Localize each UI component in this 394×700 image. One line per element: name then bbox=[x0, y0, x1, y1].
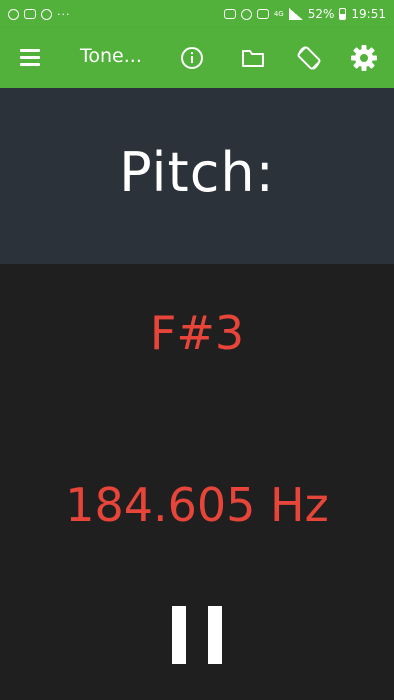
pitch-label: Pitch: bbox=[119, 140, 275, 204]
status-right-icons: 4G 52% 19:51 bbox=[223, 7, 386, 21]
folder-icon[interactable] bbox=[238, 43, 268, 73]
signal-icon bbox=[288, 8, 303, 20]
pitch-header: Pitch: bbox=[0, 88, 394, 264]
nfc-icon bbox=[223, 9, 236, 19]
app-bar: Tone... bbox=[0, 28, 394, 88]
screen-rotation-icon[interactable] bbox=[294, 43, 324, 73]
pause-icon-bar-right bbox=[208, 606, 222, 664]
pause-button[interactable] bbox=[172, 606, 222, 664]
pause-icon-bar-left bbox=[172, 606, 186, 664]
alarm-icon bbox=[240, 8, 252, 20]
frequency-readout: 184.605 Hz bbox=[65, 478, 329, 532]
app-title: Tone... bbox=[80, 45, 142, 67]
notification-icon bbox=[8, 8, 19, 20]
clock: 19:51 bbox=[351, 7, 386, 21]
more-notifications-dots: ··· bbox=[57, 7, 71, 21]
battery-icon bbox=[339, 8, 347, 20]
menu-icon[interactable] bbox=[20, 49, 40, 66]
status-bar: ··· 4G 52% 19:51 bbox=[0, 0, 394, 28]
info-icon[interactable] bbox=[177, 43, 207, 73]
app-notification-icon bbox=[41, 8, 52, 20]
note-readout: F#3 bbox=[149, 306, 245, 360]
status-left-icons: ··· bbox=[8, 8, 71, 21]
battery-percent: 52% bbox=[307, 7, 335, 21]
network-type: 4G bbox=[273, 9, 284, 18]
tuner-screen: ··· 4G 52% 19:51 Tone... Pitch: F#3 184.… bbox=[0, 0, 394, 700]
vibrate-icon bbox=[256, 9, 269, 19]
settings-gear-icon[interactable] bbox=[349, 43, 379, 73]
message-icon bbox=[24, 9, 36, 19]
